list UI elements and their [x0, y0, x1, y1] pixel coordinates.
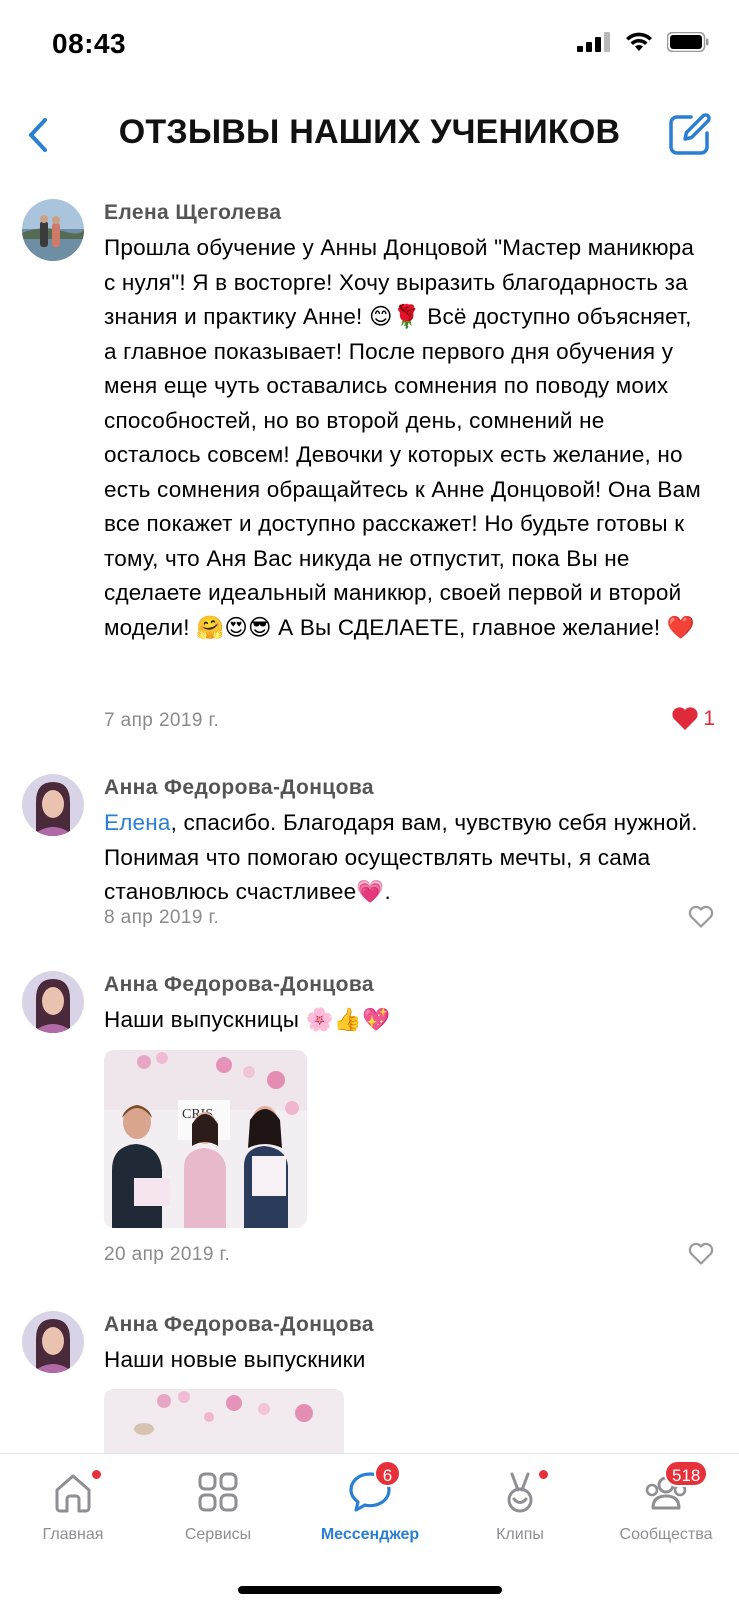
- heart-filled-icon: [672, 707, 698, 730]
- comment: Анна Федорова-Донцова Наши выпускницы 🌸👍…: [0, 967, 739, 1287]
- comments-list[interactable]: Елена Щеголева Прошла обучение у Анны До…: [0, 195, 739, 1455]
- avatar[interactable]: [22, 971, 84, 1033]
- comment-photo[interactable]: [104, 1389, 344, 1455]
- avatar[interactable]: [22, 774, 84, 836]
- status-time: 08:43: [52, 28, 127, 59]
- heart-outline-icon: [688, 905, 714, 928]
- comment-author[interactable]: Анна Федорова-Донцова: [104, 973, 374, 997]
- comment-date: 20 апр 2019 г.: [104, 1244, 231, 1265]
- comment-text: Наши выпускницы 🌸👍💖: [104, 1007, 391, 1032]
- compose-button[interactable]: [665, 109, 715, 159]
- status-bar: 08:43: [0, 0, 739, 90]
- like-button[interactable]: [687, 904, 715, 929]
- tab-clips[interactable]: Клипы: [450, 1468, 590, 1544]
- comment-author[interactable]: Елена Щеголева: [104, 201, 281, 225]
- comment-date: 8 апр 2019 г.: [104, 907, 220, 928]
- comment: Анна Федорова-Донцова Елена, спасибо. Бл…: [0, 770, 739, 950]
- status-icons: [577, 32, 709, 52]
- tab-label: Сообщества: [619, 1526, 713, 1543]
- tab-services[interactable]: Сервисы: [148, 1468, 288, 1544]
- comment: Анна Федорова-Донцова Наши новые выпускн…: [0, 1307, 739, 1455]
- services-grid-icon: [198, 1472, 238, 1512]
- tab-messenger[interactable]: 6 Мессенджер: [300, 1460, 440, 1544]
- notification-dot: [537, 1468, 550, 1481]
- tab-label: Главная: [42, 1526, 104, 1543]
- signal-icon: [577, 32, 610, 52]
- notification-dot: [90, 1468, 103, 1481]
- heart-outline-icon: [688, 1242, 714, 1265]
- home-indicator: [238, 1586, 502, 1594]
- comment: Елена Щеголева Прошла обучение у Анны До…: [0, 195, 739, 755]
- comment-text: Прошла обучение у Анны Донцовой "Мастер …: [104, 235, 701, 640]
- comment-text: Елена, спасибо. Благодаря вам, чувствую …: [104, 806, 704, 910]
- communities-badge: 518: [664, 1460, 709, 1487]
- tab-communities[interactable]: 518 Сообщества: [596, 1460, 736, 1544]
- tab-bar: Главная Сервисы 6 Мессенджер Клипы 518 С…: [0, 1453, 739, 1601]
- tab-label: Мессенджер: [320, 1526, 420, 1543]
- tab-home[interactable]: Главная: [3, 1468, 143, 1544]
- like-button[interactable]: [687, 1241, 715, 1266]
- battery-icon: [667, 32, 709, 52]
- wifi-icon: [626, 32, 652, 51]
- comment-text-body: , спасибо. Благодаря вам, чувствую себя …: [104, 810, 698, 904]
- tab-label: Клипы: [496, 1526, 544, 1543]
- header: ОТЗЫВЫ НАШИХ УЧЕНИКОВ: [0, 95, 739, 175]
- mention-link[interactable]: Елена: [104, 810, 171, 835]
- comment-author[interactable]: Анна Федорова-Донцова: [104, 1313, 374, 1337]
- comment-author[interactable]: Анна Федорова-Донцова: [104, 776, 374, 800]
- like-count: 1: [703, 706, 715, 730]
- messenger-badge: 6: [374, 1460, 401, 1487]
- page-title: ОТЗЫВЫ НАШИХ УЧЕНИКОВ: [118, 113, 621, 151]
- avatar[interactable]: [22, 199, 84, 261]
- avatar[interactable]: [22, 1311, 84, 1373]
- comment-photo[interactable]: CRIS: [104, 1050, 307, 1228]
- comment-date: 7 апр 2019 г.: [104, 710, 220, 731]
- tab-label: Сервисы: [184, 1526, 252, 1543]
- like-button[interactable]: 1: [671, 706, 715, 731]
- compose-icon: [669, 113, 711, 155]
- comment-text: Наши новые выпускники: [104, 1347, 366, 1372]
